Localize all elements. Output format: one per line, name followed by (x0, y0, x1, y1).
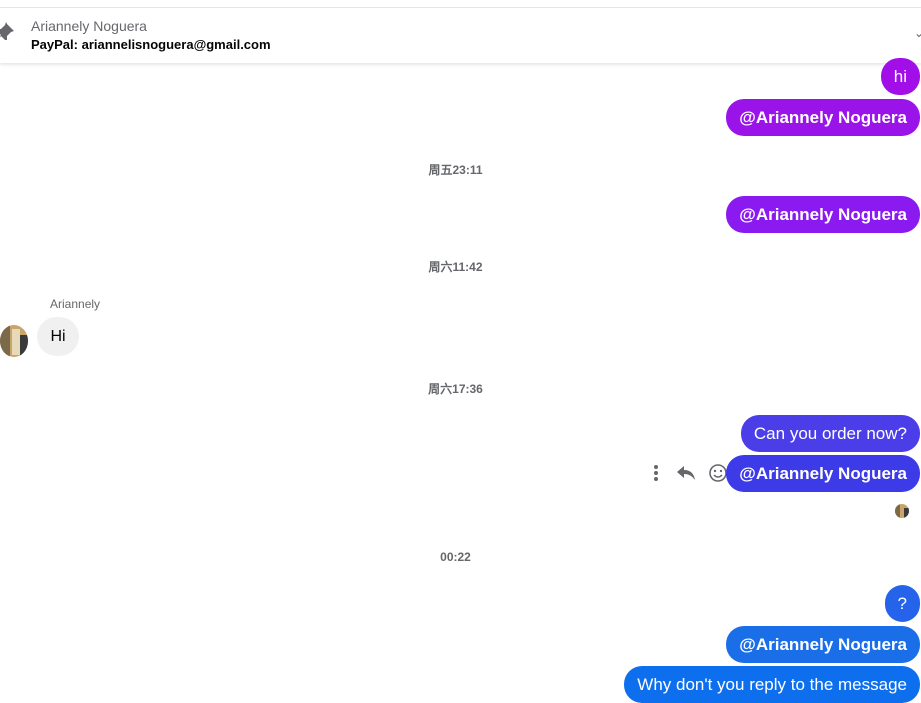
outgoing-message[interactable]: Can you order now? (740, 415, 920, 452)
timestamp-divider: 周五23:11 (428, 163, 483, 177)
outgoing-message[interactable]: hi (880, 58, 920, 95)
message-text: hi (893, 67, 907, 86)
mention-text: @Ariannely Noguera (739, 464, 907, 483)
mention-text: @Ariannely Noguera (739, 635, 907, 654)
mention-text: @Ariannely Noguera (739, 205, 907, 224)
more-options-icon[interactable] (645, 460, 667, 486)
mention-text: @Ariannely Noguera (739, 108, 907, 127)
avatar[interactable] (0, 325, 28, 357)
outgoing-message[interactable]: Why don't you reply to the message (624, 666, 920, 703)
incoming-message[interactable]: Hi (37, 317, 79, 356)
message-text: Why don't you reply to the message (637, 675, 907, 694)
outgoing-message[interactable]: @Ariannely Noguera (726, 455, 920, 492)
outgoing-message[interactable]: @Ariannely Noguera (726, 626, 920, 663)
pin-icon (0, 22, 16, 44)
message-text: Hi (50, 328, 66, 345)
outgoing-message[interactable]: @Ariannely Noguera (726, 99, 920, 136)
read-receipt-avatar (895, 504, 909, 518)
outgoing-message[interactable]: ? (884, 585, 920, 622)
outgoing-message[interactable]: @Ariannely Noguera (726, 196, 920, 233)
pinned-message-banner[interactable]: Ariannely Noguera PayPal: ariannelisnogu… (0, 8, 921, 63)
reply-icon[interactable] (675, 460, 697, 486)
timestamp-divider: 周六17:36 (428, 382, 483, 396)
pinned-message-text: PayPal: ariannelisnoguera@gmail.com (31, 37, 271, 52)
pinned-sender-name: Ariannely Noguera (31, 18, 147, 34)
timestamp-divider: 周六11:42 (428, 260, 483, 274)
message-text: ? (897, 594, 907, 613)
timestamp-divider: 00:22 (440, 550, 471, 564)
pinned-expand-icon[interactable]: ⌄ (914, 26, 921, 40)
message-text: Can you order now? (753, 424, 907, 443)
sender-name: Ariannely (50, 297, 101, 311)
